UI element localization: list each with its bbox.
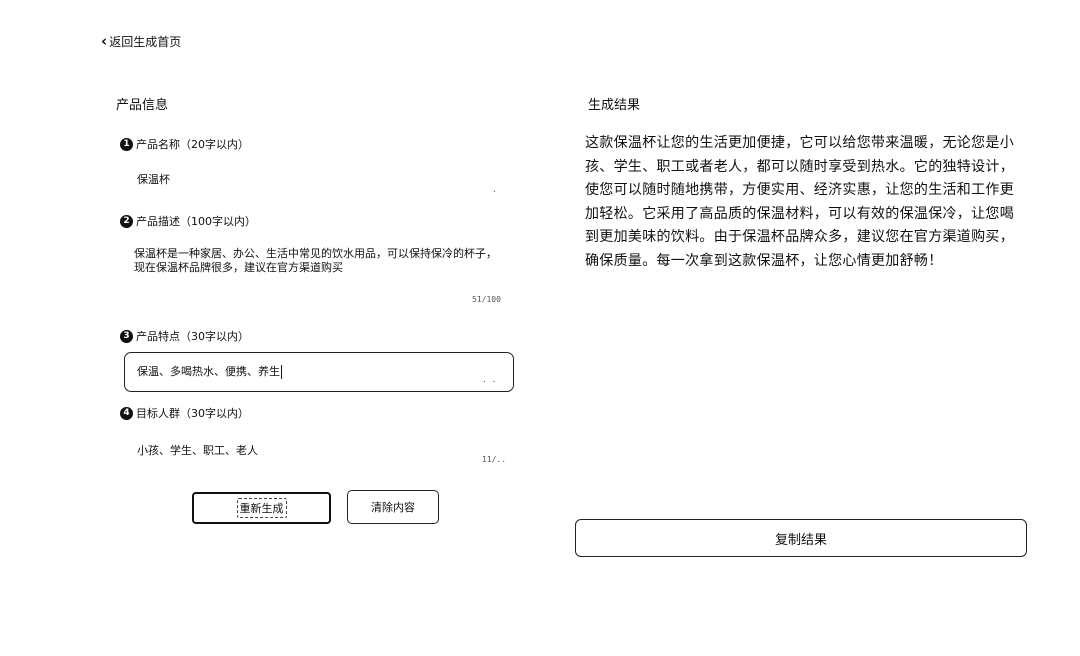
generator-page: ‹ 返回生成首页 产品信息 1 产品名称（20字以内） 保温杯 · 2 产品描述… [0,0,1080,656]
product-desc-textarea[interactable]: 保温杯是一种家居、办公、生活中常见的饮水用品，可以保持保冷的杯子，现在保温杯品牌… [124,246,514,298]
product-name-input[interactable]: 保温杯 [124,172,514,196]
product-desc-counter: 51/100 [472,295,501,304]
product-feature-input[interactable]: 保温、多喝热水、便携、养生 [124,352,514,392]
regenerate-button[interactable]: 重新生成 [192,492,331,524]
product-feature-label-text: 产品特点（30字以内） [136,330,249,343]
product-desc-label-text: 产品描述（100字以内） [136,215,256,228]
step-4-badge: 4 [120,406,133,420]
back-link[interactable]: ‹ 返回生成首页 [101,33,181,50]
product-name-value: 保温杯 [137,173,170,186]
step-2-badge: 2 [120,214,133,228]
step-1-badge: 1 [120,137,133,151]
generated-result-text: 这款保温杯让您的生活更加便捷，它可以给您带来温暖，无论您是小孩、学生、职工或者老… [585,135,1014,269]
clear-content-button[interactable]: 清除内容 [347,490,439,524]
product-name-label-text: 产品名称（20字以内） [136,138,249,151]
target-audience-label-text: 目标人群（30字以内） [136,407,249,420]
chevron-left-icon: ‹ [101,32,108,50]
step-3-badge: 3 [120,329,133,343]
copy-result-button[interactable]: 复制结果 [575,519,1027,557]
text-cursor [281,365,282,379]
result-title: 生成结果 [588,98,641,113]
product-desc-label: 2 产品描述（100字以内） [120,213,256,229]
target-audience-input[interactable]: 小孩、学生、职工、老人 [124,443,514,467]
product-feature-label: 3 产品特点（30字以内） [120,328,249,344]
clear-content-button-label: 清除内容 [371,501,415,514]
target-audience-value: 小孩、学生、职工、老人 [137,444,258,457]
product-feature-counter: · · [482,377,497,386]
back-link-label: 返回生成首页 [109,35,182,49]
regenerate-button-label: 重新生成 [236,498,287,518]
copy-result-button-label: 复制结果 [774,532,827,548]
target-audience-label: 4 目标人群（30字以内） [120,405,249,421]
product-info-title: 产品信息 [116,98,169,113]
product-desc-value: 保温杯是一种家居、办公、生活中常见的饮水用品，可以保持保冷的杯子，现在保温杯品牌… [134,247,497,274]
product-feature-value: 保温、多喝热水、便携、养生 [137,365,280,378]
target-audience-counter: 11/.. [482,455,507,464]
product-name-counter: · [492,187,497,196]
product-name-label: 1 产品名称（20字以内） [120,136,249,152]
